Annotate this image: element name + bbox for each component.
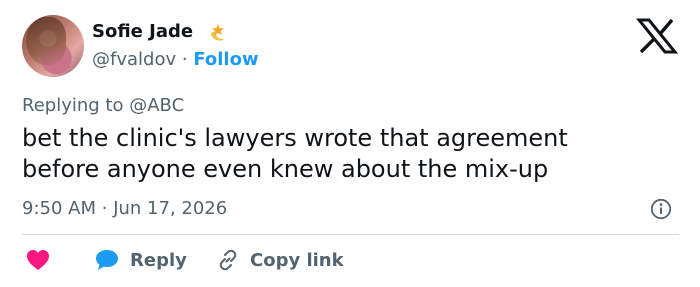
copy-link-button[interactable]: Copy link bbox=[216, 246, 344, 274]
tweet-card: Sofie Jade @fvaldov · Follow Replying to… bbox=[0, 0, 700, 287]
star-moon-badge-icon bbox=[211, 24, 225, 41]
heart-icon bbox=[27, 250, 49, 270]
tweet-text: bet the clinic's lawyers wrote that agre… bbox=[22, 123, 662, 185]
copy-link-label: Copy link bbox=[250, 249, 344, 271]
tweet-date[interactable]: Jun 17, 2026 bbox=[113, 198, 227, 219]
reply-button[interactable]: Reply bbox=[94, 246, 187, 274]
info-icon[interactable] bbox=[650, 198, 672, 220]
tweet-text-line: before anyone even knew about the mix-up bbox=[22, 155, 549, 183]
tweet-text-line: bet the clinic's lawyers wrote that agre… bbox=[22, 124, 568, 152]
avatar-hair bbox=[26, 17, 66, 65]
author-handle[interactable]: @fvaldov bbox=[92, 49, 176, 70]
reply-mention[interactable]: @ABC bbox=[129, 95, 184, 116]
link-icon bbox=[219, 249, 237, 271]
follow-button[interactable]: Follow bbox=[193, 49, 258, 70]
x-logo-icon[interactable] bbox=[636, 18, 678, 54]
avatar[interactable] bbox=[22, 15, 84, 77]
reply-context: Replying to @ABC bbox=[22, 94, 184, 118]
author-name[interactable]: Sofie Jade bbox=[92, 20, 193, 44]
tweet-meta: 9:50 AM · Jun 17, 2026 bbox=[22, 197, 227, 221]
reply-label: Reply bbox=[130, 249, 187, 271]
author-handle-row: @fvaldov · Follow bbox=[92, 48, 259, 72]
reply-prefix: Replying to bbox=[22, 95, 124, 116]
meta-separator: · bbox=[101, 198, 108, 219]
handle-separator: · bbox=[181, 49, 188, 70]
divider bbox=[22, 234, 679, 235]
speech-bubble-icon bbox=[96, 250, 118, 270]
like-button[interactable] bbox=[26, 246, 50, 274]
tweet-time[interactable]: 9:50 AM bbox=[22, 198, 96, 219]
